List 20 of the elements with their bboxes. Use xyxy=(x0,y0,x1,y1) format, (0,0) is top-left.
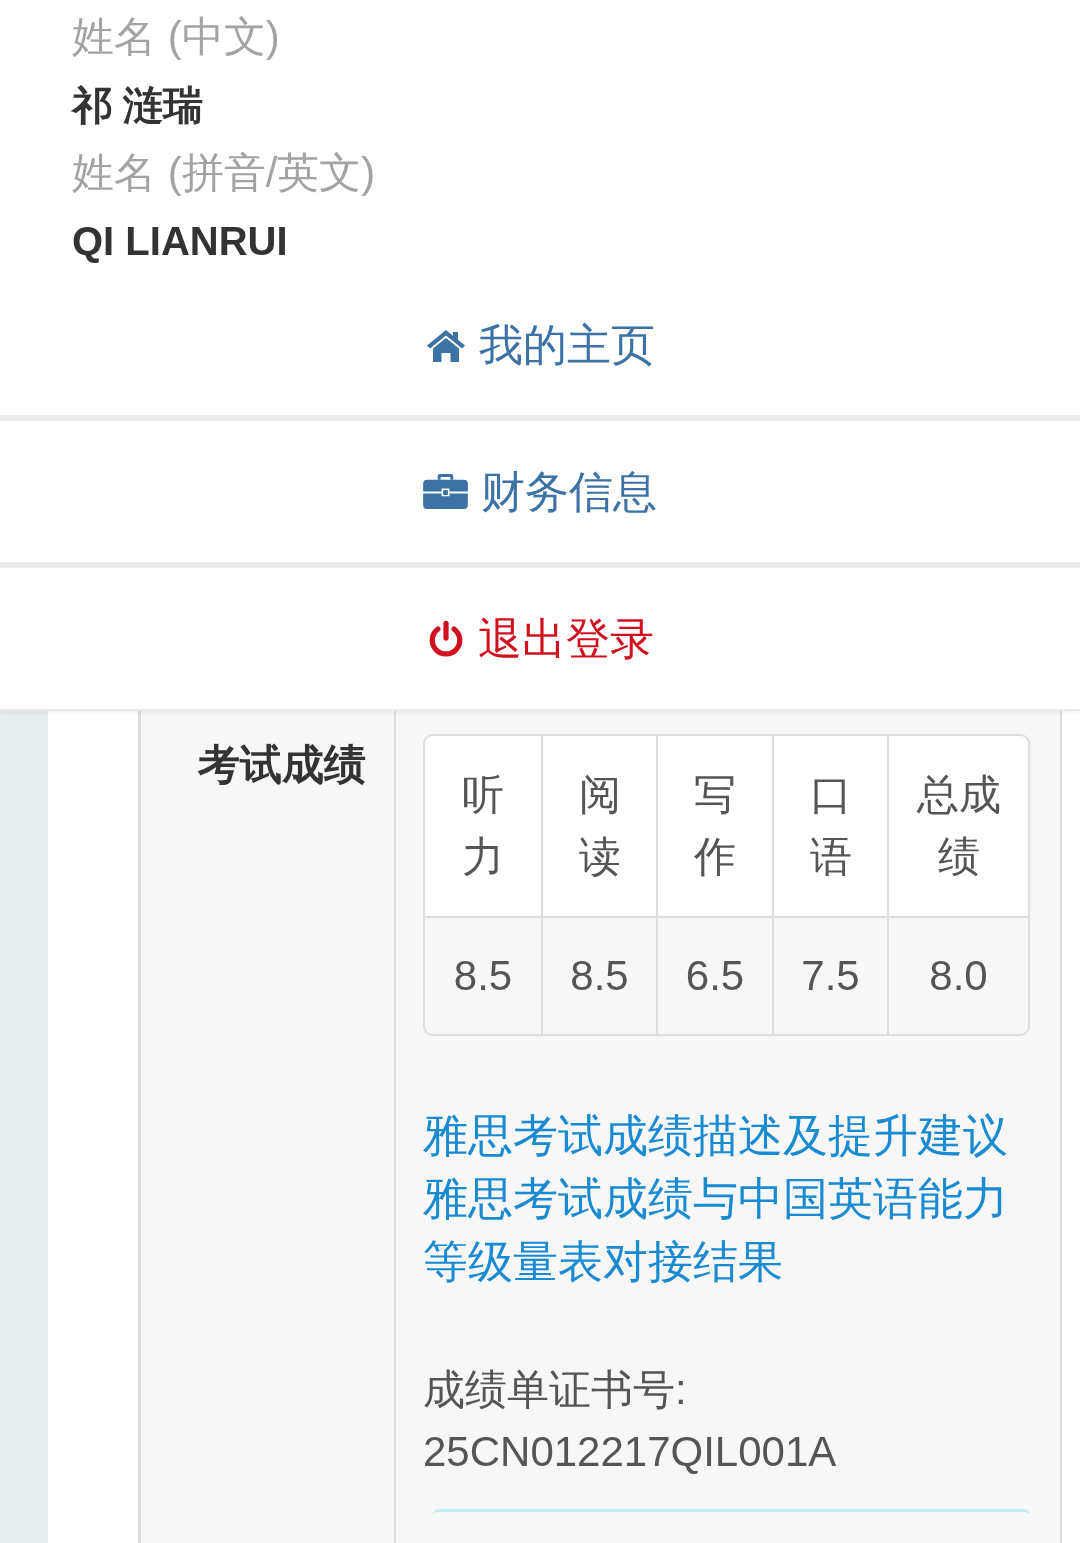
field-value: QI LIANRUI xyxy=(72,218,288,265)
menu-link[interactable]: 退出登录 xyxy=(426,610,654,667)
link[interactable]: 雅思考试成绩描述及提升建议 xyxy=(423,1104,1030,1167)
field-label: 姓名 (拼音/英文) xyxy=(72,148,376,198)
field-label: 姓名 (中文) xyxy=(72,12,280,62)
menu-link[interactable]: 财务信息 xyxy=(423,463,657,520)
table-cell-text: 8.5 xyxy=(452,951,514,1001)
field-value: 祁 涟瑞 xyxy=(72,82,204,129)
section-title: 考试成绩 xyxy=(198,740,366,790)
table-cell: 6.5 xyxy=(656,918,772,1034)
table-cell: 8.5 xyxy=(541,918,656,1034)
menu-link[interactable]: 我的主页 xyxy=(425,317,655,373)
table-cell: 8.0 xyxy=(887,918,1028,1034)
home-icon xyxy=(425,328,466,362)
table-cell: 7.5 xyxy=(772,918,887,1034)
table-header-cell-text: 听力 xyxy=(461,770,505,882)
link[interactable]: 雅思考试成绩与中国英语能力等级量表对接结果 xyxy=(423,1167,1030,1293)
certificate-number: 25CN012217QIL001A xyxy=(423,1427,837,1477)
briefcase-icon xyxy=(423,474,468,509)
certificate-number-label: 成绩单证书号: xyxy=(423,1365,687,1415)
